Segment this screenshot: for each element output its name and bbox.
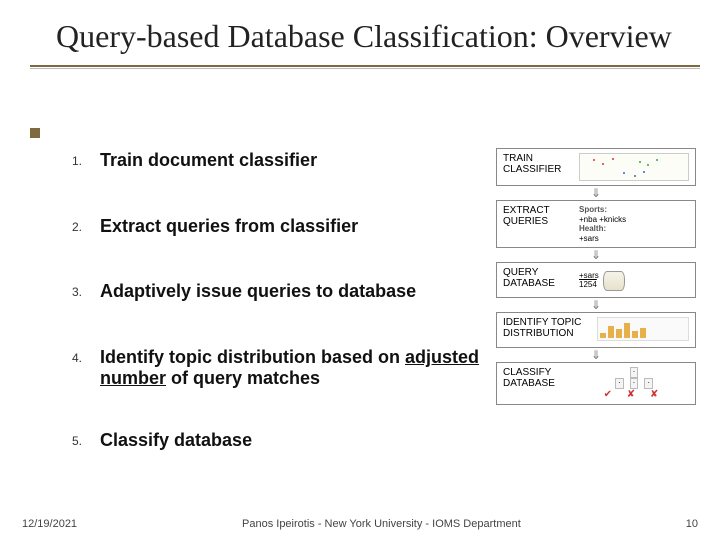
flow-box-classify: CLASSIFY DATABASE · ··· ✔ ✘ ✘ (496, 362, 696, 405)
flow-arrow-icon: ⇓ (496, 349, 696, 361)
step-text-post: of query matches (166, 368, 320, 388)
slide-footer: 12/19/2021 Panos Ipeirotis - New York Un… (0, 518, 720, 530)
cat-sports: Sports: (579, 205, 607, 214)
step-5: 5. Classify database (72, 430, 692, 452)
flow-box-label: IDENTIFY TOPIC DISTRIBUTION (503, 317, 593, 339)
step-number: 2. (72, 216, 100, 234)
step-text-pre: Identify topic distribution based on (100, 347, 405, 367)
query-db-detail: +sars 1254 (579, 267, 689, 293)
step-number: 5. (72, 430, 100, 448)
step-text: Classify database (100, 430, 692, 452)
step-number: 1. (72, 150, 100, 168)
footer-author: Panos Ipeirotis - New York University - … (77, 518, 686, 530)
q-nba-knicks: +nba +knicks (579, 215, 626, 224)
flow-box-extract: EXTRACT QUERIES Sports: +nba +knicks Hea… (496, 200, 696, 248)
flow-box-label: EXTRACT QUERIES (503, 205, 575, 227)
flow-box-query: QUERY DATABASE +sars 1254 (496, 262, 696, 298)
database-icon (603, 271, 625, 291)
flow-diagram: TRAIN CLASSIFIER ⇓ EXTRACT QUERIES Sport… (496, 148, 696, 405)
accent-square (30, 128, 40, 138)
flow-box-label: QUERY DATABASE (503, 267, 575, 289)
extract-queries-detail: Sports: +nba +knicks Health: +sars (579, 205, 689, 243)
bar-chart-icon (597, 317, 689, 341)
flow-box-identify: IDENTIFY TOPIC DISTRIBUTION (496, 312, 696, 348)
distribution-icon (597, 317, 689, 343)
issued-query: +sars (579, 271, 599, 280)
slide-title: Query-based Database Classification: Ove… (0, 0, 720, 65)
footer-page-number: 10 (686, 518, 698, 530)
cat-health: Health: (579, 224, 606, 233)
q-sars: +sars (579, 234, 599, 243)
step-text-number: number (100, 368, 166, 388)
flow-arrow-icon: ⇓ (496, 249, 696, 261)
step-text-adjusted: adjusted (405, 347, 479, 367)
result-count: 1254 (579, 280, 597, 289)
flow-arrow-icon: ⇓ (496, 187, 696, 199)
title-rule (30, 65, 700, 69)
flow-box-label: TRAIN CLASSIFIER (503, 153, 575, 175)
flow-arrow-icon: ⇓ (496, 299, 696, 311)
classification-tree-icon: · ··· ✔ ✘ ✘ (579, 367, 689, 400)
flow-box-label: CLASSIFY DATABASE (503, 367, 575, 389)
scatter-icon (579, 153, 689, 181)
footer-date: 12/19/2021 (22, 518, 77, 530)
step-number: 4. (72, 347, 100, 365)
flow-box-train: TRAIN CLASSIFIER (496, 148, 696, 186)
step-number: 3. (72, 281, 100, 299)
